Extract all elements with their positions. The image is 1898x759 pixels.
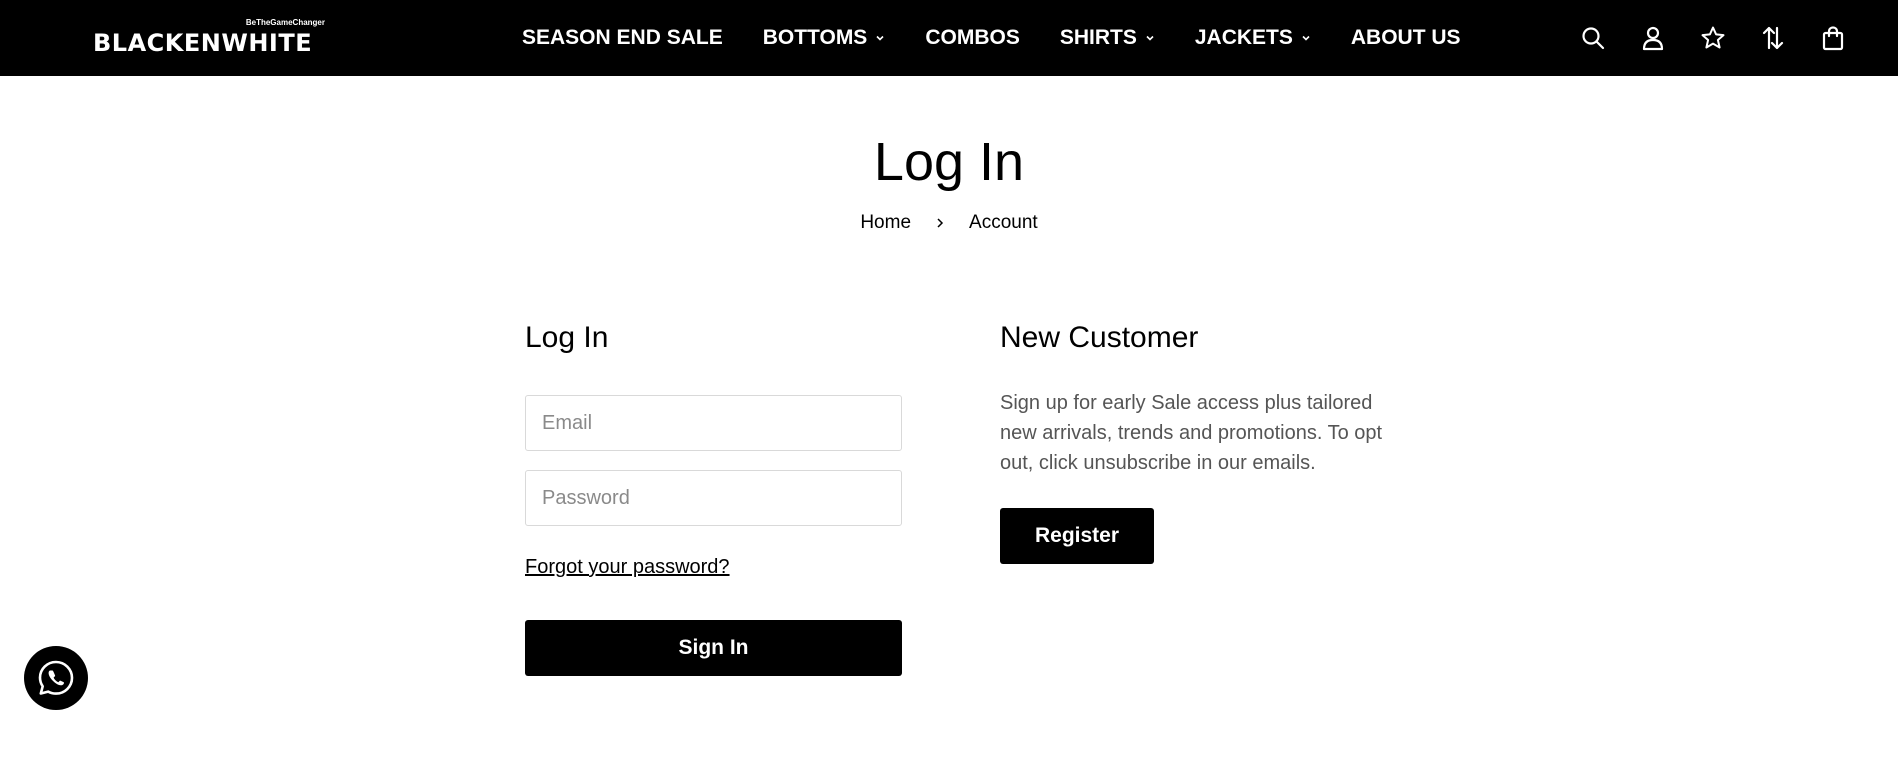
breadcrumb-current: Account [969, 212, 1038, 233]
nav-item-jackets[interactable]: JACKETS [1195, 26, 1311, 50]
login-section: Log In Forgot your password? Sign In [525, 318, 902, 676]
nav-item-season-end-sale[interactable]: SEASON END SALE [522, 26, 723, 50]
compare-button[interactable] [1760, 25, 1786, 51]
login-title: Log In [525, 321, 609, 354]
register-button[interactable]: Register [1000, 508, 1154, 564]
nav-item-label: SHIRTS [1059, 26, 1137, 49]
nav-item-about-us[interactable]: ABOUT US [1351, 26, 1461, 50]
brand-tagline: BeTheGameChanger [245, 18, 325, 27]
chevron-down-icon [1302, 35, 1310, 41]
breadcrumb-home-link[interactable]: Home [860, 212, 911, 234]
password-field[interactable] [525, 470, 902, 526]
new-customer-section: New Customer Sign up for early Sale acce… [1000, 318, 1390, 564]
nav-item-label: BOTTOMS [762, 26, 868, 49]
site-header: BeTheGameChanger BLACKENWHITE SEASON END… [0, 0, 1898, 76]
new-customer-text: Sign up for early Sale access plus tailo… [1000, 392, 1383, 474]
whatsapp-chat-button[interactable] [24, 646, 88, 710]
nav-item-shirts[interactable]: SHIRTS [1060, 26, 1155, 50]
email-field[interactable] [525, 395, 902, 451]
main-nav: SEASON END SALE BOTTOMS COMBOS SHIRTS JA… [522, 0, 1461, 76]
sort-arrows-icon [1762, 26, 1784, 50]
shopping-bag-icon [1822, 26, 1844, 51]
brand-logo[interactable]: BeTheGameChanger BLACKENWHITE [93, 18, 333, 57]
new-customer-title: New Customer [1000, 321, 1199, 354]
chevron-down-icon [1146, 35, 1154, 41]
header-icons [1580, 0, 1846, 76]
chevron-right-icon [937, 218, 944, 228]
account-icon [1642, 26, 1664, 51]
breadcrumb: Home Account [0, 212, 1898, 234]
nav-item-label: SEASON END SALE [522, 26, 723, 49]
brand-name: BLACKENWHITE [93, 29, 313, 57]
nav-item-label: COMBOS [925, 26, 1020, 49]
page-title: Log In [873, 132, 1025, 192]
nav-item-combos[interactable]: COMBOS [925, 26, 1020, 50]
wishlist-button[interactable] [1700, 25, 1726, 51]
account-button[interactable] [1640, 25, 1666, 51]
nav-item-label: ABOUT US [1350, 26, 1461, 49]
whatsapp-icon [38, 660, 74, 695]
cart-button[interactable] [1820, 25, 1846, 51]
search-button[interactable] [1580, 25, 1606, 51]
wishlist-star-icon [1701, 26, 1725, 49]
nav-item-bottoms[interactable]: BOTTOMS [763, 26, 886, 50]
forgot-password-link[interactable]: Forgot your password? [525, 556, 730, 579]
chevron-down-icon [876, 35, 884, 41]
sign-in-button[interactable]: Sign In [525, 620, 902, 676]
search-icon [1582, 27, 1605, 50]
nav-item-label: JACKETS [1194, 26, 1293, 49]
